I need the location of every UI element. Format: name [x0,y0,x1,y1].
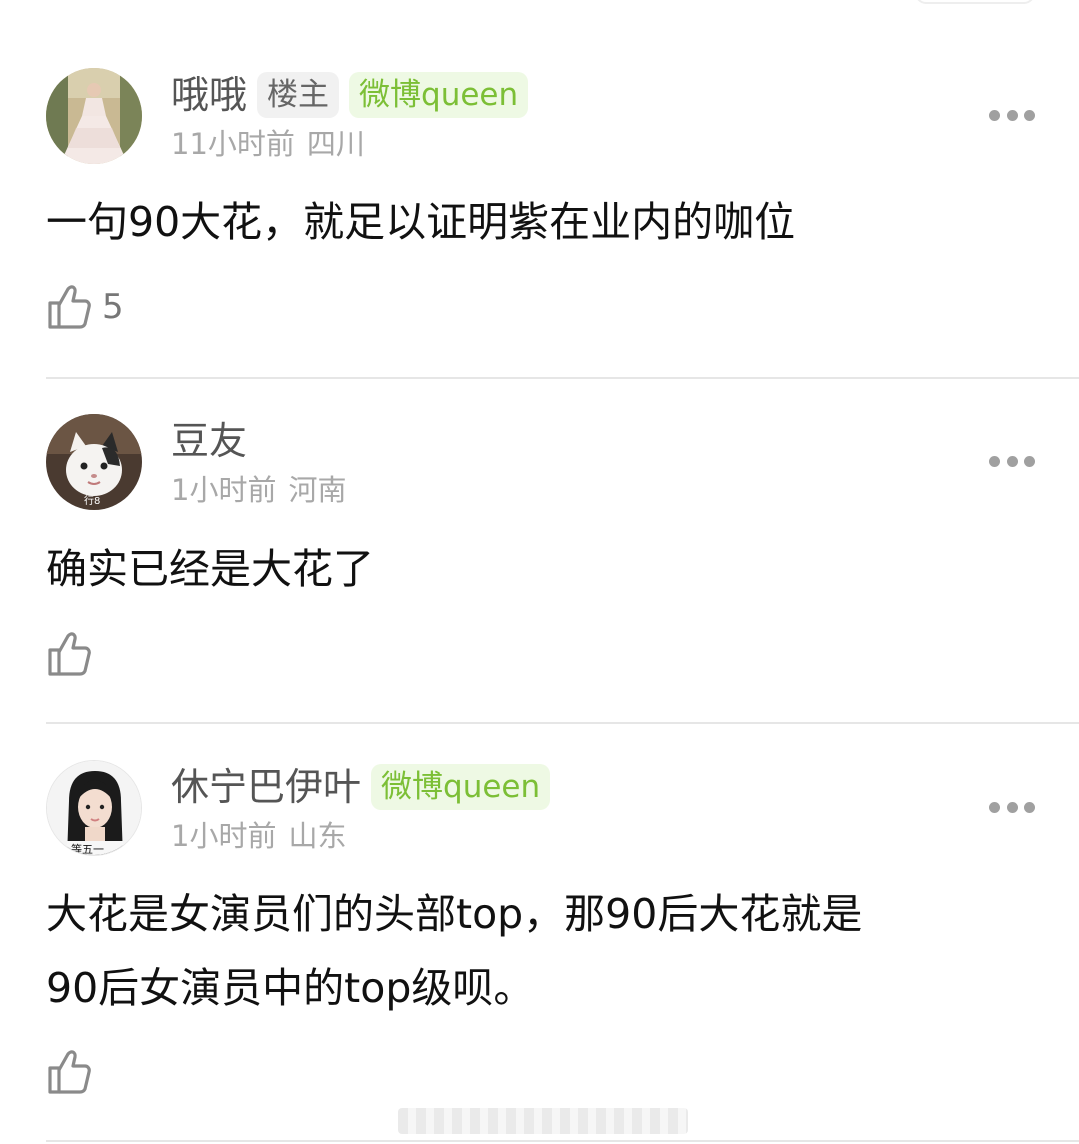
owner-badge: 楼主 [257,72,340,118]
like-button[interactable]: 5 [46,283,124,331]
avatar-cat-icon[interactable]: 行8 [46,414,142,510]
more-options-icon[interactable] [989,800,1035,814]
watermark-blur [398,1108,688,1134]
like-button[interactable] [46,1048,92,1096]
divider [46,722,1079,724]
comment-location: 四川 [306,127,365,161]
comment-location: 河南 [288,473,347,507]
avatar-caption: 等五一 [71,842,104,856]
more-options-icon[interactable] [989,108,1035,122]
username[interactable]: 休宁巴伊叶 [171,764,361,810]
divider [46,1140,1079,1142]
comment-location: 山东 [288,819,347,853]
top-pill-button[interactable] [915,0,1035,4]
divider [46,377,1079,379]
comment-text: 一句90大花，就足以证明紫在业内的咖位 [46,198,796,246]
comment-feed: 哦哦 楼主 微博queen 11小时前 四川 一句90大花，就足以证明紫在业内的咖… [0,0,1079,1144]
username[interactable]: 豆友 [171,418,247,464]
comment-text-line: 大花是女演员们的头部top，那90后大花就是 [46,890,863,938]
comment-meta: 1小时前 山东 [171,818,346,854]
more-options-icon[interactable] [989,454,1035,468]
comment-meta: 11小时前 四川 [171,126,365,162]
like-count: 5 [102,287,124,327]
comment-time: 1小时前 [171,819,277,853]
avatar-woman-in-gown-icon[interactable] [46,68,142,164]
thumbs-up-icon [48,632,91,676]
comment-text: 确实已经是大花了 [46,545,374,593]
comment-text-line: 90后女演员中的top级呗。 [46,964,535,1012]
thumbs-up-icon [48,285,91,329]
username[interactable]: 哦哦 [171,72,247,118]
comment-time: 11小时前 [171,127,295,161]
like-button[interactable] [46,630,92,678]
weibo-queen-badge: 微博queen [371,764,551,810]
thumbs-up-icon [48,1050,91,1094]
comment-text: 大花是女演员们的头部top，那90后大花就是 90后女演员中的top级呗。 [46,877,1036,1025]
comment-time: 1小时前 [171,473,277,507]
comment-meta: 1小时前 河南 [171,472,346,508]
avatar-caption: 行8 [84,494,100,507]
weibo-queen-badge: 微博queen [349,72,529,118]
avatar-girl-portrait-icon[interactable]: 等五一 [46,760,142,856]
